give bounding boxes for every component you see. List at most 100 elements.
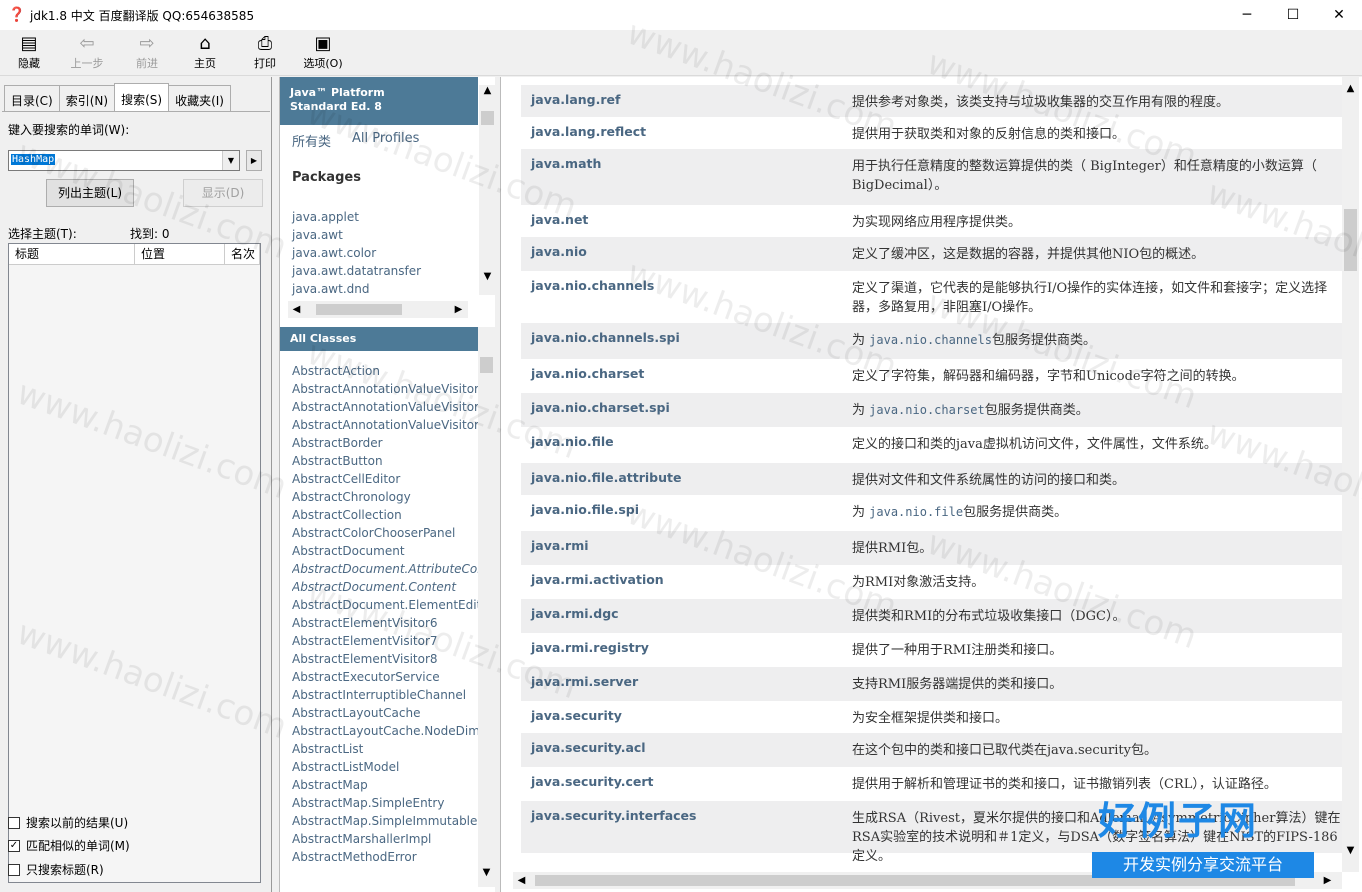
class-link[interactable]: AbstractDocument xyxy=(292,544,478,558)
package-code-link[interactable]: java.nio.file xyxy=(869,505,963,519)
all-profiles-link[interactable]: All Profiles xyxy=(352,131,419,146)
checkbox-box[interactable] xyxy=(8,816,20,829)
class-link[interactable]: AbstractLayoutCache xyxy=(292,706,478,720)
package-name-link[interactable]: java.rmi.dgc xyxy=(531,606,619,621)
class-link[interactable]: AbstractColorChooserPanel xyxy=(292,526,478,540)
scroll-down-icon[interactable]: ▼ xyxy=(478,867,495,878)
package-name-link[interactable]: java.nio.channels xyxy=(531,278,654,293)
tab-favorites[interactable]: 收藏夹(I) xyxy=(168,85,231,111)
match-similar-checkbox[interactable]: ✓ 匹配相似的单词(M) xyxy=(8,837,130,854)
class-link[interactable]: AbstractInterruptibleChannel xyxy=(292,688,478,702)
class-link[interactable]: AbstractMethodError xyxy=(292,850,478,864)
scroll-left-icon[interactable]: ◀ xyxy=(513,872,530,889)
scroll-down-icon[interactable]: ▼ xyxy=(1342,845,1359,856)
package-name-link[interactable]: java.nio.file.spi xyxy=(531,502,639,517)
package-name-link[interactable]: java.net xyxy=(531,212,588,227)
package-name-link[interactable]: java.security.acl xyxy=(531,740,646,755)
content-scrollbar[interactable]: ▲ ▼ xyxy=(1342,77,1359,872)
class-link[interactable]: AbstractCollection xyxy=(292,508,478,522)
tab-search[interactable]: 搜索(S) xyxy=(114,83,170,111)
search-previous-checkbox[interactable]: 搜索以前的结果(U) xyxy=(8,814,128,831)
search-input[interactable]: HashMap ▼ xyxy=(8,150,240,171)
checkbox-box[interactable] xyxy=(8,863,20,876)
scroll-right-icon[interactable]: ▶ xyxy=(450,301,467,318)
package-name-link[interactable]: java.lang.reflect xyxy=(531,124,646,139)
class-link[interactable]: AbstractDocument.ElementEdit xyxy=(292,598,478,612)
scroll-thumb[interactable] xyxy=(481,111,494,125)
display-button[interactable]: 显示(D) xyxy=(183,179,263,207)
package-frame-scrollbar[interactable]: ▲ ▼ xyxy=(479,85,496,295)
class-link[interactable]: AbstractDocument.AttributeContext xyxy=(292,562,478,576)
tab-contents[interactable]: 目录(C) xyxy=(4,85,60,111)
maximize-button[interactable]: ☐ xyxy=(1270,0,1316,30)
package-name-link[interactable]: java.rmi.server xyxy=(531,674,638,689)
package-name-link[interactable]: java.nio.charset xyxy=(531,366,644,381)
list-topics-button[interactable]: 列出主题(L) xyxy=(46,179,134,207)
back-button[interactable]: ⇦ 上一步 xyxy=(62,33,112,71)
class-link[interactable]: AbstractMarshallerImpl xyxy=(292,832,478,846)
class-link[interactable]: AbstractElementVisitor6 xyxy=(292,616,478,630)
package-frame-hscrollbar[interactable]: ◀ ▶ xyxy=(288,301,468,318)
package-name-link[interactable]: java.nio.file.attribute xyxy=(531,470,681,485)
package-link[interactable]: java.applet xyxy=(292,210,359,224)
hide-button[interactable]: ▤ 隐藏 xyxy=(4,33,54,71)
package-name-link[interactable]: java.nio xyxy=(531,244,587,259)
close-button[interactable]: ✕ xyxy=(1316,0,1362,30)
column-header-location[interactable]: 位置 xyxy=(135,244,225,265)
class-link[interactable]: AbstractButton xyxy=(292,454,478,468)
class-link[interactable]: AbstractListModel xyxy=(292,760,478,774)
class-link[interactable]: AbstractLayoutCache.NodeDimensions xyxy=(292,724,478,738)
class-link[interactable]: AbstractAnnotationValueVisitor7 xyxy=(292,400,478,414)
class-link[interactable]: AbstractDocument.Content xyxy=(292,580,478,594)
class-link[interactable]: AbstractAction xyxy=(292,364,478,378)
results-list[interactable]: 标题 位置 名次 xyxy=(8,243,261,883)
package-name-link[interactable]: java.nio.channels.spi xyxy=(531,330,680,345)
class-link[interactable]: AbstractCellEditor xyxy=(292,472,478,486)
checkmark-icon[interactable]: ✓ xyxy=(8,839,20,852)
column-header-title[interactable]: 标题 xyxy=(9,244,135,265)
package-name-link[interactable]: java.rmi xyxy=(531,538,589,553)
package-name-link[interactable]: java.nio.file xyxy=(531,434,614,449)
forward-button[interactable]: ⇨ 前进 xyxy=(122,33,172,71)
class-link[interactable]: AbstractMap.SimpleImmutableEntry xyxy=(292,814,478,828)
scroll-thumb[interactable] xyxy=(316,304,402,315)
package-link[interactable]: java.awt xyxy=(292,228,343,242)
class-link[interactable]: AbstractChronology xyxy=(292,490,478,504)
package-name-link[interactable]: java.nio.charset.spi xyxy=(531,400,670,415)
column-header-rank[interactable]: 名次 xyxy=(225,244,260,265)
class-link[interactable]: AbstractExecutorService xyxy=(292,670,478,684)
class-link[interactable]: AbstractAnnotationValueVisitor6 xyxy=(292,382,478,396)
package-name-link[interactable]: java.math xyxy=(531,156,601,171)
class-frame-scrollbar[interactable]: ▼ xyxy=(478,327,495,887)
scroll-right-icon[interactable]: ▶ xyxy=(1319,872,1336,889)
scroll-thumb[interactable] xyxy=(1344,209,1357,271)
scroll-thumb[interactable] xyxy=(480,357,493,373)
titles-only-checkbox[interactable]: 只搜索标题(R) xyxy=(8,861,104,878)
scroll-up-icon[interactable]: ▲ xyxy=(1342,83,1359,94)
class-link[interactable]: AbstractMap.SimpleEntry xyxy=(292,796,478,810)
package-link[interactable]: java.awt.color xyxy=(292,246,376,260)
chevron-down-icon[interactable]: ▼ xyxy=(222,151,239,170)
package-code-link[interactable]: java.nio.charset xyxy=(869,403,985,417)
package-name-link[interactable]: java.security.cert xyxy=(531,774,653,789)
minimize-button[interactable]: ─ xyxy=(1224,0,1270,30)
package-name-link[interactable]: java.security xyxy=(531,708,622,723)
scroll-up-icon[interactable]: ▲ xyxy=(479,85,496,96)
class-link[interactable]: AbstractElementVisitor7 xyxy=(292,634,478,648)
scroll-left-icon[interactable]: ◀ xyxy=(288,301,305,318)
package-name-link[interactable]: java.security.interfaces xyxy=(531,808,696,823)
package-link[interactable]: java.awt.datatransfer xyxy=(292,264,421,278)
home-button[interactable]: ⌂ 主页 xyxy=(180,33,230,71)
class-link[interactable]: AbstractElementVisitor8 xyxy=(292,652,478,666)
search-options-button[interactable]: ▶ xyxy=(246,150,262,171)
class-link[interactable]: AbstractMap xyxy=(292,778,478,792)
class-link[interactable]: AbstractList xyxy=(292,742,478,756)
package-name-link[interactable]: java.lang.ref xyxy=(531,92,620,107)
package-name-link[interactable]: java.rmi.activation xyxy=(531,572,664,587)
class-link[interactable]: AbstractBorder xyxy=(292,436,478,450)
package-code-link[interactable]: java.nio.channels xyxy=(869,333,992,347)
tab-index[interactable]: 索引(N) xyxy=(58,85,116,111)
package-name-link[interactable]: java.rmi.registry xyxy=(531,640,649,655)
options-button[interactable]: ▣ 选项(O) xyxy=(298,33,348,71)
scroll-down-icon[interactable]: ▼ xyxy=(479,271,496,282)
